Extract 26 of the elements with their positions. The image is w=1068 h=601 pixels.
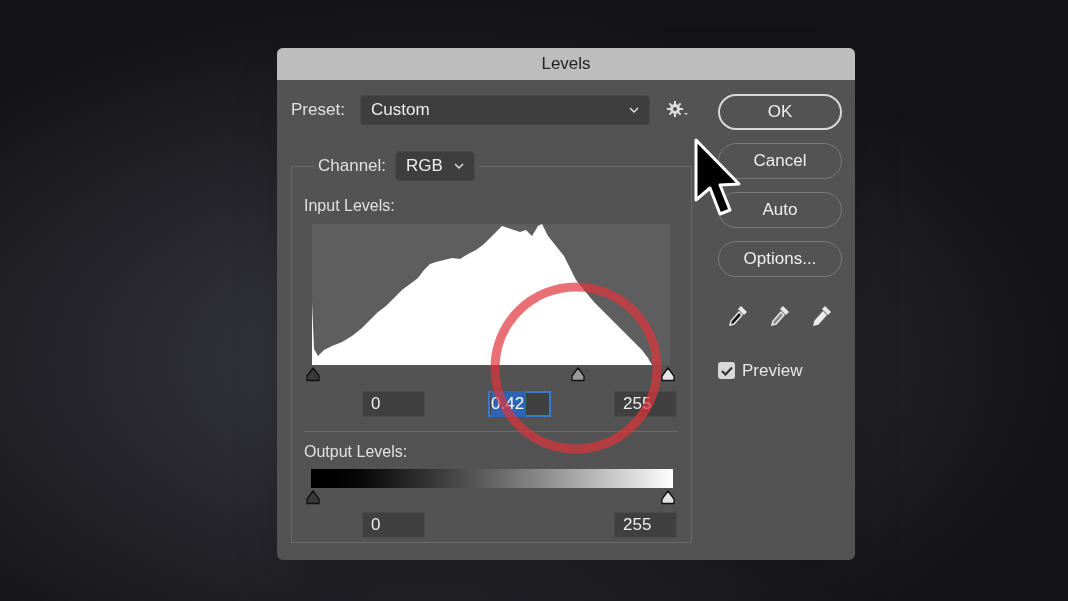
window-title: Levels bbox=[277, 48, 855, 80]
input-levels-label: Input Levels: bbox=[304, 196, 396, 216]
preset-label: Preset: bbox=[291, 99, 346, 122]
channel-dropdown[interactable]: RGB bbox=[395, 151, 476, 181]
eyedropper-icon[interactable] bbox=[769, 304, 791, 328]
eyedropper-icon[interactable] bbox=[727, 304, 749, 328]
level-input-field[interactable]: 255 bbox=[614, 512, 677, 538]
level-input-field[interactable]: 0 bbox=[362, 512, 425, 538]
slider-handle[interactable] bbox=[305, 490, 321, 505]
check-icon bbox=[720, 365, 733, 376]
preset-dropdown[interactable]: Custom bbox=[360, 95, 650, 125]
preview-checkbox[interactable] bbox=[718, 362, 735, 380]
settings-icon[interactable] bbox=[667, 101, 689, 119]
level-input-field[interactable]: 0 bbox=[362, 391, 425, 417]
eyedropper-icon[interactable] bbox=[811, 304, 833, 328]
channel-label: Channel: bbox=[318, 155, 387, 178]
slider-handle[interactable] bbox=[660, 490, 676, 505]
preview-label: Preview bbox=[742, 360, 803, 382]
slider-handle[interactable] bbox=[305, 367, 321, 382]
slider-handle[interactable] bbox=[660, 367, 676, 382]
cursor-arrow-icon bbox=[694, 138, 742, 218]
slider-handle[interactable] bbox=[570, 367, 586, 382]
output-levels-label: Output Levels: bbox=[304, 442, 409, 462]
chevron-down-icon bbox=[454, 162, 465, 170]
chevron-down-icon bbox=[629, 106, 639, 114]
dialog-button[interactable]: OK bbox=[718, 94, 842, 130]
